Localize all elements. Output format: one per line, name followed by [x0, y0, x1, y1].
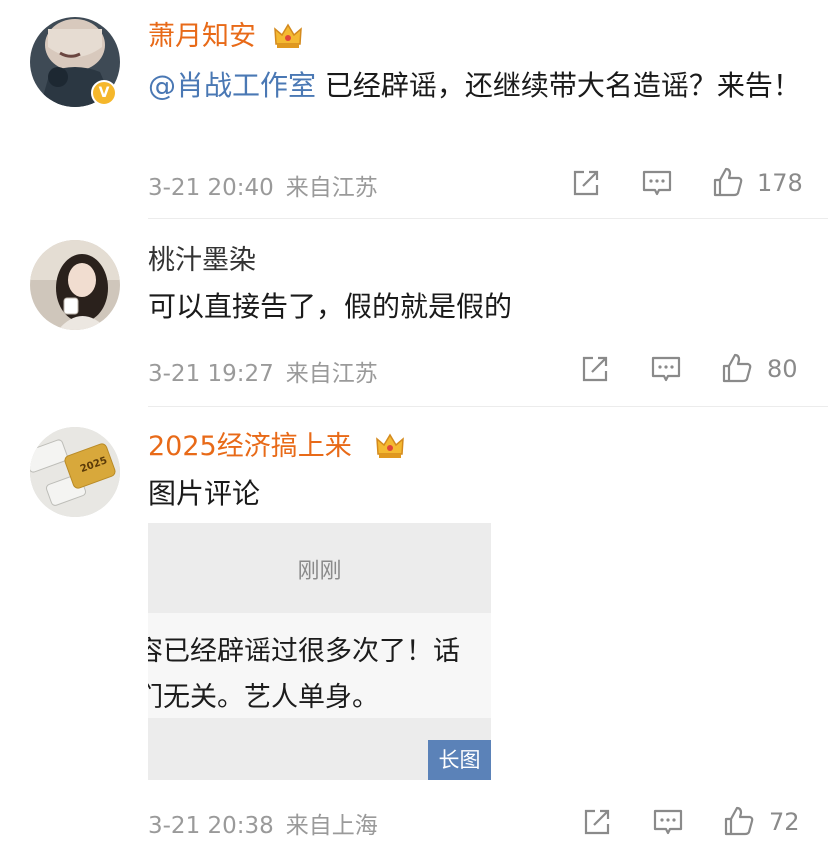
verified-badge: V [91, 80, 117, 106]
mention-link[interactable]: @肖战工作室 [148, 69, 316, 102]
like-icon[interactable] [723, 805, 755, 837]
like-count: 80 [767, 355, 798, 383]
long-image-badge: 长图 [428, 740, 491, 780]
username[interactable]: 萧月知安 [148, 19, 256, 55]
like-icon[interactable] [712, 166, 744, 198]
timestamp: 3-21 19:27 [148, 361, 274, 387]
comment-icon[interactable] [650, 353, 682, 385]
username[interactable]: 桃汁墨染 [148, 243, 256, 279]
location: 来自江苏 [285, 175, 378, 201]
share-icon[interactable] [579, 353, 611, 385]
username[interactable]: 2025经济搞上来 [148, 429, 352, 465]
comment-icon[interactable] [652, 806, 684, 838]
timestamp: 3-21 20:38 [148, 813, 274, 839]
crown-icon [376, 433, 404, 458]
comment-text: @肖战工作室 已经辟谣，还继续带大名造谣？来告！ [148, 62, 808, 110]
like-count: 178 [757, 169, 803, 197]
location: 来自上海 [285, 813, 378, 839]
comment-meta: 3-21 19:27 来自江苏 [148, 354, 378, 388]
comment-meta: 3-21 20:38 来自上海 [148, 806, 378, 840]
crown-icon [274, 23, 302, 48]
image-text-line: 容已经辟谣过很多次了！话 [148, 636, 460, 667]
share-icon[interactable] [570, 167, 602, 199]
location: 来自江苏 [285, 361, 378, 387]
avatar[interactable] [30, 240, 120, 330]
image-title: 刚刚 [297, 559, 342, 584]
comment-body: 已经辟谣，还继续带大名造谣？来告！ [316, 69, 801, 102]
divider [148, 218, 828, 219]
image-text-line: 们无关。艺人单身。 [148, 682, 379, 713]
comment-icon[interactable] [641, 167, 673, 199]
comment-body: 图片评论 [148, 477, 261, 510]
comment-image[interactable]: 刚刚 容已经辟谣过很多次了！话 们无关。艺人单身。 长图 [148, 523, 491, 780]
divider [148, 406, 828, 407]
like-icon[interactable] [721, 352, 753, 384]
comment-body: 可以直接告了，假的就是假的 [148, 290, 513, 323]
comment-meta: 3-21 20:40 来自江苏 [148, 168, 378, 202]
timestamp: 3-21 20:40 [148, 175, 274, 201]
share-icon[interactable] [581, 806, 613, 838]
avatar[interactable]: 2025 [30, 427, 120, 517]
like-count: 72 [769, 808, 800, 836]
